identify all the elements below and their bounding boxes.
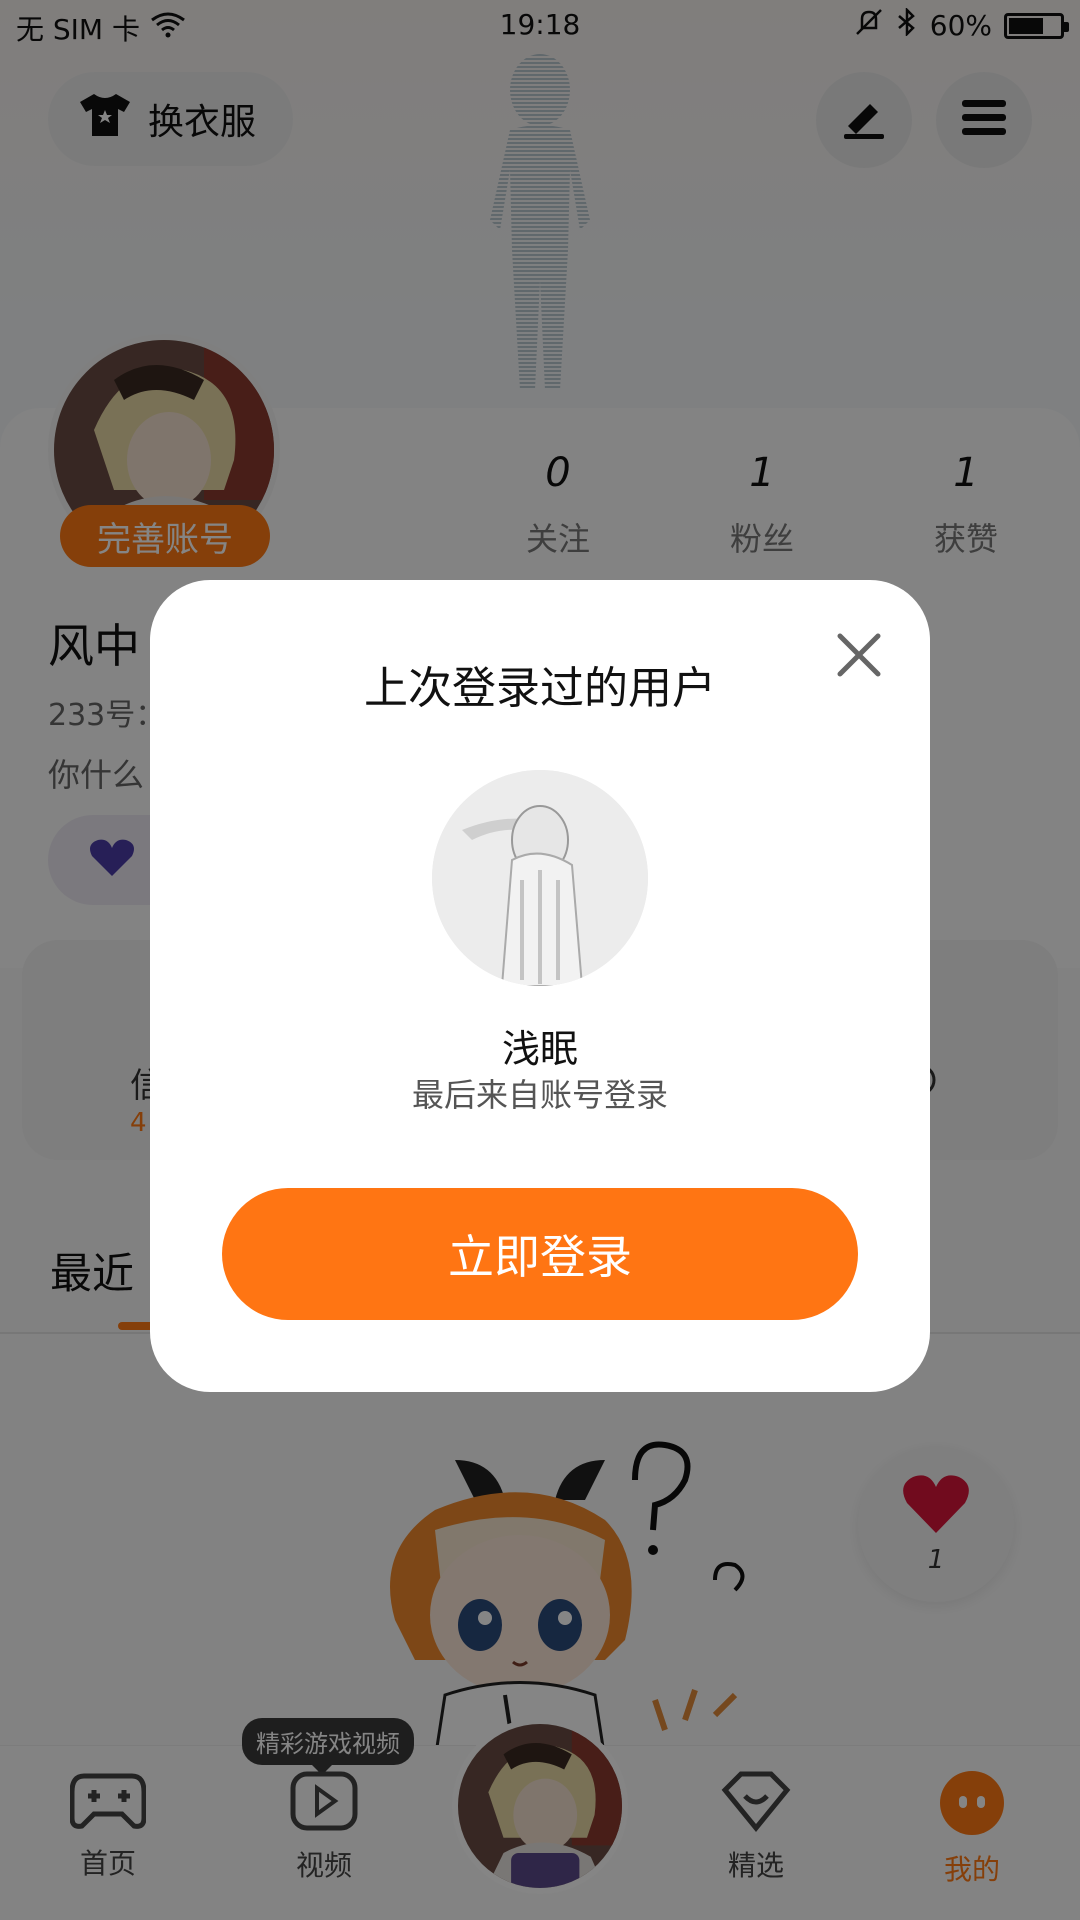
close-button[interactable] — [832, 628, 886, 682]
last-login-method: 最后来自账号登录 — [411, 1076, 668, 1114]
login-now-button[interactable]: 立即登录 — [222, 1188, 858, 1320]
last-user-avatar — [432, 770, 648, 986]
last-user-name: 浅眠 — [501, 1027, 578, 1071]
modal-title: 上次登录过的用户 — [364, 663, 716, 714]
close-icon — [832, 633, 886, 686]
